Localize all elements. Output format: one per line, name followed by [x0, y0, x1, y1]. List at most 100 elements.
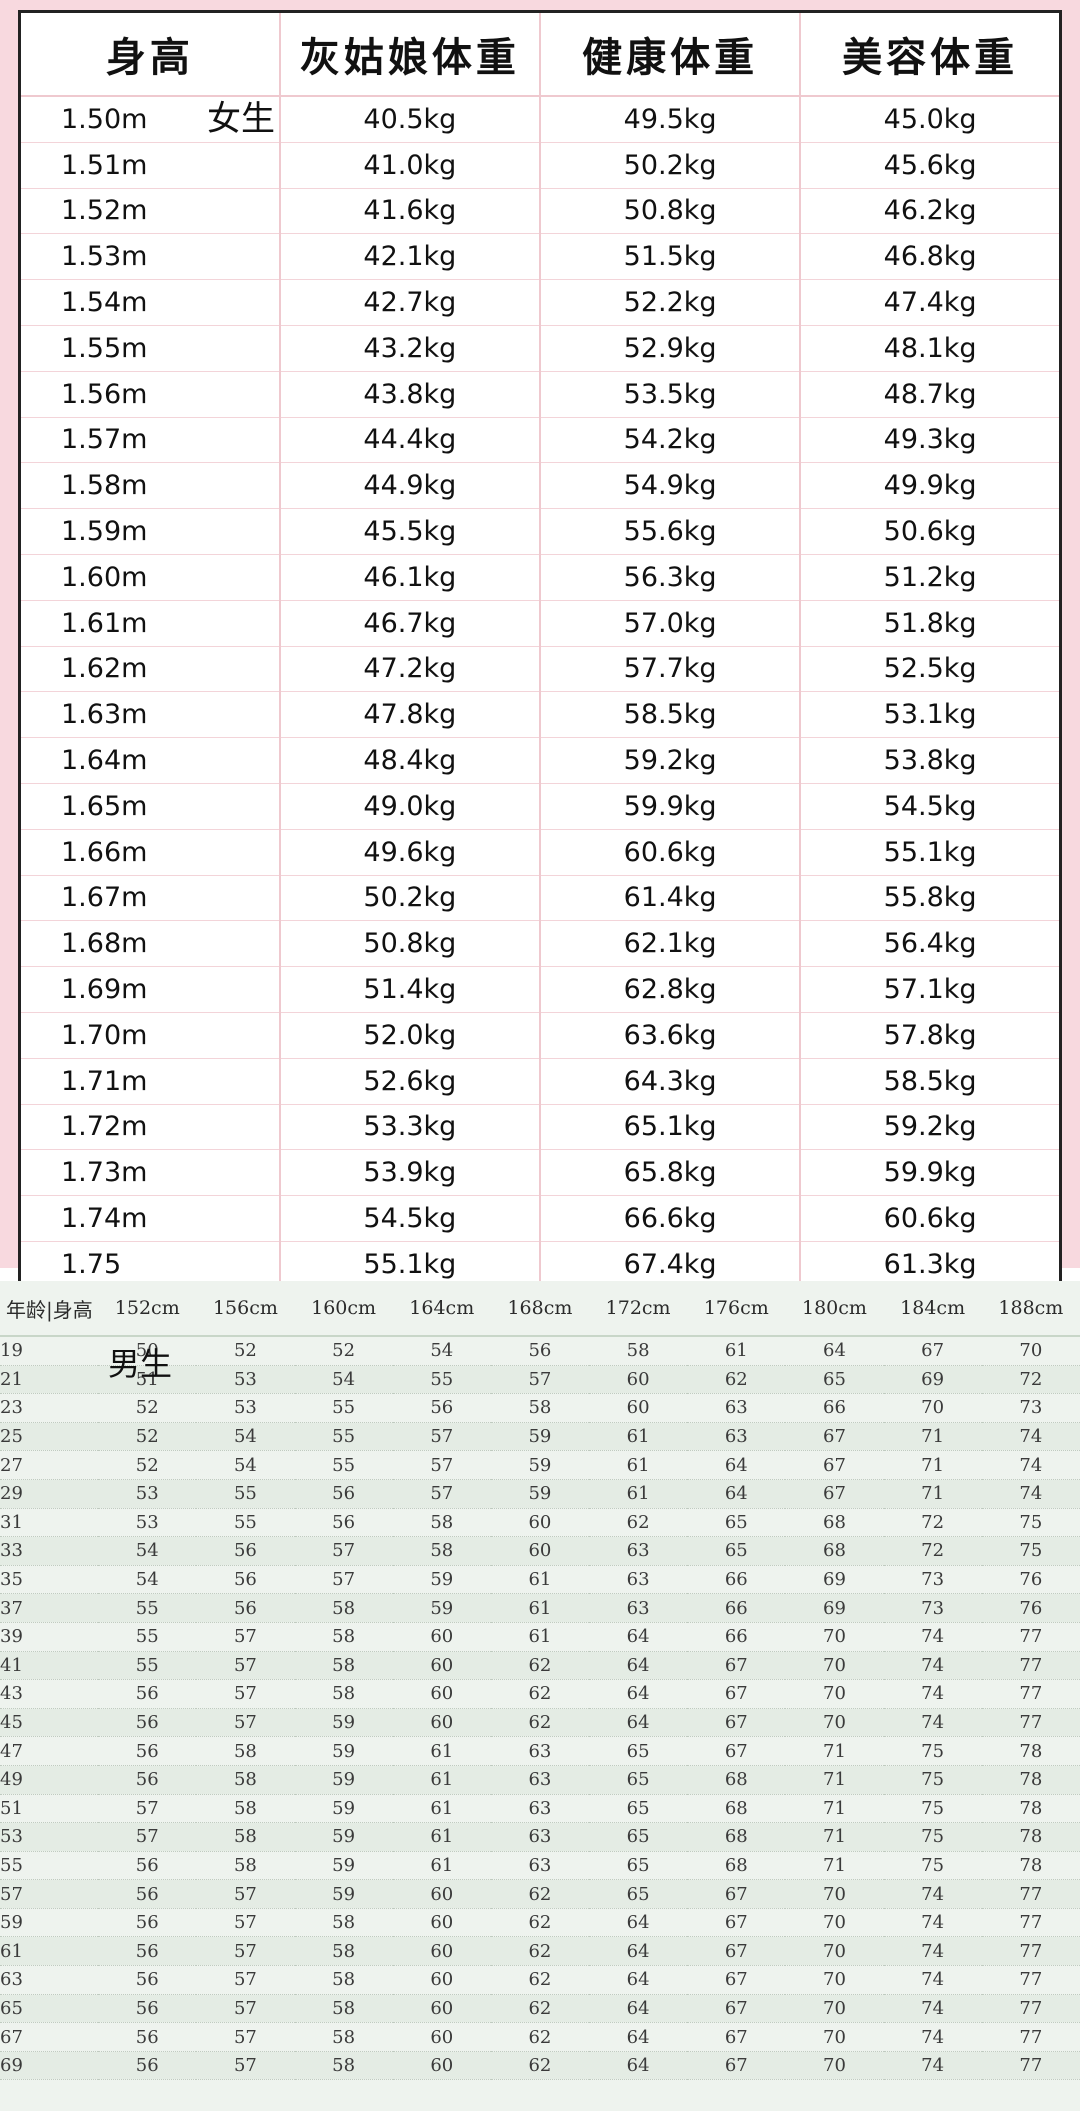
- male-weight-cell: 66: [687, 1622, 786, 1652]
- male-weight-cell: 64: [687, 1479, 786, 1509]
- male-weight-cell: 54: [98, 1565, 197, 1595]
- table-row: 1.63m 47.8kg 58.5kg 53.1kg: [19, 691, 1061, 739]
- female-header-row: 身高 灰姑娘体重 健康体重 美容体重: [19, 11, 1061, 97]
- male-weight-cell: 71: [883, 1422, 982, 1452]
- female-row-label: 1.66m: [19, 829, 280, 876]
- male-weight-cell: 70: [785, 1708, 884, 1738]
- male-weight-cell: 65: [785, 1365, 884, 1395]
- female-row-label: 1.71m: [19, 1058, 280, 1105]
- male-weight-cell: 57: [196, 1965, 295, 1995]
- male-weight-cell: 67: [785, 1479, 884, 1509]
- male-weight-cell: 71: [785, 1851, 884, 1881]
- male-row-label: 53: [0, 1822, 99, 1852]
- male-column-header: 160cm: [294, 1281, 393, 1337]
- table-row: 35 54 56 57 59 61 63 66 69 73 76: [0, 1565, 1080, 1595]
- male-weight-cell: 67: [785, 1450, 884, 1480]
- female-weight-cell: 45.5kg: [278, 508, 540, 555]
- male-column-header: 184cm: [883, 1281, 982, 1337]
- female-weight-cell: 44.4kg: [278, 417, 540, 464]
- female-weight-cell: 59.9kg: [538, 783, 801, 830]
- male-weight-cell: 55: [294, 1450, 393, 1480]
- female-weight-cell: 60.6kg: [538, 829, 801, 876]
- male-weight-cell: 55: [98, 1622, 197, 1652]
- table-row: 1.60m 46.1kg 56.3kg 51.2kg: [19, 554, 1061, 601]
- male-weight-cell: 59: [294, 1736, 393, 1766]
- male-weight-cell: 58: [196, 1765, 295, 1795]
- male-weight-cell: 72: [981, 1365, 1080, 1395]
- male-weight-cell: 57: [196, 2051, 295, 2081]
- table-row: 1.65m 49.0kg 59.9kg 54.5kg: [19, 783, 1061, 830]
- female-weight-cell: 61.4kg: [538, 875, 801, 922]
- male-weight-cell: 56: [196, 1565, 295, 1595]
- table-row: 1.72m 53.3kg 65.1kg 59.2kg: [19, 1104, 1061, 1151]
- table-row: 1.52m 41.6kg 50.8kg 46.2kg: [19, 188, 1061, 235]
- table-row: 1.50m 40.5kg 49.5kg 45.0kg: [19, 96, 1061, 143]
- male-weight-cell: 60: [392, 1622, 491, 1652]
- female-weight-cell: 50.8kg: [278, 920, 540, 968]
- male-weight-cell: 52: [196, 1336, 295, 1366]
- male-weight-cell: 74: [883, 2022, 982, 2052]
- male-weight-cell: 64: [589, 1708, 688, 1738]
- female-weight-cell: 53.5kg: [538, 371, 801, 418]
- female-row-label: 1.69m: [19, 966, 280, 1013]
- table-row: 1.70m 52.0kg 63.6kg 57.8kg: [19, 1012, 1061, 1059]
- female-column-header: 灰姑娘体重: [278, 11, 540, 97]
- male-weight-cell: 59: [392, 1565, 491, 1595]
- male-weight-cell: 58: [294, 1908, 393, 1938]
- male-weight-cell: 56: [196, 1593, 295, 1623]
- male-weight-cell: 57: [294, 1565, 393, 1595]
- male-weight-cell: 57: [196, 1994, 295, 2024]
- male-weight-section: 年龄|身高 152cm 156cm 160cm 164cm 168cm 172cm 176cm…: [0, 1281, 1080, 2111]
- table-row: 1.58m 44.9kg 54.9kg 49.9kg: [19, 462, 1061, 510]
- male-weight-cell: 68: [687, 1765, 786, 1795]
- male-weight-cell: 56: [294, 1479, 393, 1509]
- female-row-label: 1.67m: [19, 875, 280, 922]
- male-weight-cell: 59: [294, 1708, 393, 1738]
- male-weight-cell: 58: [196, 1851, 295, 1881]
- female-row-label: 1.73m: [19, 1149, 280, 1197]
- female-row-label: 1.52m: [19, 188, 280, 235]
- male-weight-cell: 77: [981, 1965, 1080, 1995]
- male-weight-cell: 78: [981, 1765, 1080, 1795]
- table-row: 63 56 57 58 60 62 64 67 70 74 77: [0, 1965, 1080, 1995]
- male-weight-cell: 55: [196, 1479, 295, 1509]
- table-row: 37 55 56 58 59 61 63 66 69 73 76: [0, 1593, 1080, 1623]
- male-weight-cell: 61: [490, 1593, 590, 1623]
- female-weight-cell: 56.4kg: [799, 920, 1061, 968]
- male-column-header: 152cm: [98, 1281, 197, 1337]
- male-row-label: 27: [0, 1450, 99, 1480]
- female-weight-cell: 41.6kg: [278, 188, 540, 235]
- male-row-label: 59: [0, 1908, 99, 1938]
- male-weight-cell: 57: [392, 1422, 491, 1452]
- male-weight-cell: 67: [687, 1994, 786, 2024]
- male-row-label: 51: [0, 1794, 99, 1824]
- male-weight-cell: 63: [490, 1822, 590, 1852]
- male-weight-cell: 67: [687, 1908, 786, 1938]
- female-row-label: 1.63m: [19, 691, 280, 739]
- female-weight-cell: 47.4kg: [799, 279, 1061, 326]
- male-weight-cell: 62: [687, 1365, 786, 1395]
- male-weight-cell: 53: [98, 1508, 197, 1538]
- male-weight-cell: 69: [883, 1365, 982, 1395]
- table-row: 1.51m 41.0kg 50.2kg 45.6kg: [19, 142, 1061, 189]
- male-weight-cell: 52: [98, 1422, 197, 1452]
- male-weight-cell: 72: [883, 1536, 982, 1566]
- table-row: 1.71m 52.6kg 64.3kg 58.5kg: [19, 1058, 1061, 1105]
- male-weight-cell: 59: [294, 1822, 393, 1852]
- male-row-label: 21: [0, 1365, 99, 1395]
- female-weight-cell: 62.1kg: [538, 920, 801, 968]
- female-weight-cell: 51.8kg: [799, 600, 1061, 647]
- male-weight-cell: 68: [785, 1508, 884, 1538]
- table-row: 25 52 54 55 57 59 61 63 67 71 74: [0, 1422, 1080, 1452]
- female-weight-cell: 65.8kg: [538, 1149, 801, 1197]
- male-weight-cell: 67: [785, 1422, 884, 1452]
- male-weight-cell: 74: [883, 1651, 982, 1681]
- male-weight-cell: 60: [490, 1508, 590, 1538]
- male-weight-cell: 57: [196, 1908, 295, 1938]
- male-weight-cell: 58: [196, 1794, 295, 1824]
- male-weight-cell: 74: [883, 1622, 982, 1652]
- male-weight-cell: 61: [589, 1479, 688, 1509]
- female-row-label: 1.74m: [19, 1195, 280, 1242]
- male-weight-cell: 65: [687, 1508, 786, 1538]
- male-weight-cell: 55: [392, 1365, 491, 1395]
